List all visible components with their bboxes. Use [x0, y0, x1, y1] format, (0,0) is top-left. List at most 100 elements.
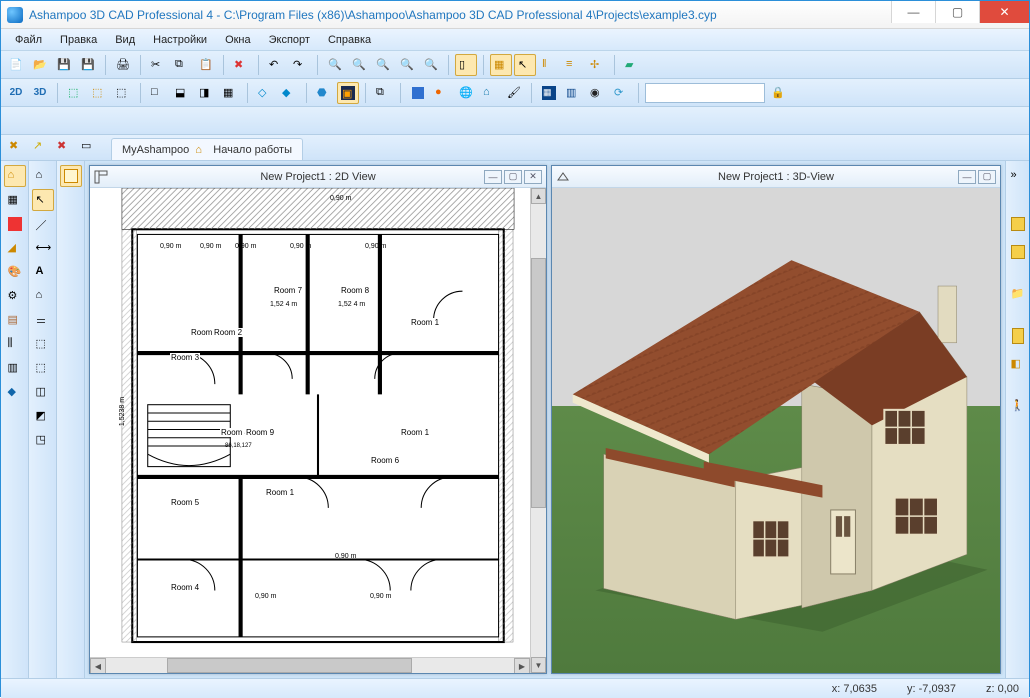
- print-button[interactable]: 🖨: [112, 54, 134, 76]
- scroll-up-icon[interactable]: ▲: [531, 188, 546, 204]
- view-3d-content[interactable]: [552, 188, 1000, 673]
- view-min-button[interactable]: —: [484, 170, 502, 184]
- minimize-button[interactable]: —: [891, 1, 935, 23]
- redo-button[interactable]: ↷: [289, 54, 311, 76]
- tool-doc-icon[interactable]: ▥: [4, 357, 26, 379]
- person-icon[interactable]: 🚶: [1007, 395, 1029, 417]
- copy-view-button[interactable]: ⧉: [372, 82, 394, 104]
- tool-section-icon[interactable]: ◩: [32, 405, 54, 427]
- menu-windows[interactable]: Окна: [217, 32, 259, 48]
- view-max-button[interactable]: ▢: [504, 170, 522, 184]
- open-button[interactable]: 📂: [29, 54, 51, 76]
- lock-button[interactable]: 🔒: [767, 82, 789, 104]
- view-2d-canvas[interactable]: Room 1 Room 2 Room 2 Room 3 Room 4 Room …: [90, 188, 546, 673]
- tool-roof-icon[interactable]: ◢: [4, 237, 26, 259]
- tool-text-icon[interactable]: A: [32, 261, 54, 283]
- expand-icon[interactable]: »: [1007, 165, 1029, 187]
- tool-gear-icon[interactable]: ⚙: [4, 285, 26, 307]
- clipboard-icon[interactable]: [1007, 325, 1029, 347]
- zoom-in-button[interactable]: 🔍: [348, 54, 370, 76]
- menu-file[interactable]: Файл: [7, 32, 50, 48]
- view-min-button[interactable]: —: [958, 170, 976, 184]
- layer-selector[interactable]: [645, 83, 765, 103]
- brush-button[interactable]: 🖌: [503, 82, 525, 104]
- tool-select-frame-icon[interactable]: [60, 165, 82, 187]
- layout-horiz-button[interactable]: ⬓: [171, 82, 193, 104]
- tool-pointer-icon[interactable]: ↖: [32, 189, 54, 211]
- refresh-button[interactable]: ⟳: [610, 82, 632, 104]
- render-wire-button[interactable]: ◇: [254, 82, 276, 104]
- tool-rect-icon[interactable]: ▭: [77, 135, 99, 157]
- paste-button[interactable]: 📋: [195, 54, 217, 76]
- save-as-button[interactable]: 💾: [77, 54, 99, 76]
- cursor-toggle-button[interactable]: ↖: [514, 54, 536, 76]
- tool-palette-icon[interactable]: 🎨: [4, 261, 26, 283]
- view-max-button[interactable]: ▢: [978, 170, 996, 184]
- cut-button[interactable]: ✂: [147, 54, 169, 76]
- new-doc-button[interactable]: 📄: [5, 54, 27, 76]
- layout-single-button[interactable]: □: [147, 82, 169, 104]
- menu-settings[interactable]: Настройки: [145, 32, 215, 48]
- folder-icon[interactable]: 📁: [1007, 283, 1029, 305]
- tool-shape3d-icon[interactable]: ◆: [4, 381, 26, 403]
- tool-double-line-icon[interactable]: ＝: [32, 309, 54, 331]
- menu-edit[interactable]: Правка: [52, 32, 105, 48]
- tool-house-icon[interactable]: ⌂: [4, 165, 26, 187]
- view-plan-button[interactable]: ⬚: [88, 82, 110, 104]
- view-2d-content[interactable]: Room 1 Room 2 Room 2 Room 3 Room 4 Room …: [90, 188, 546, 673]
- save-button[interactable]: 💾: [53, 54, 75, 76]
- delete-button[interactable]: ✖: [230, 54, 252, 76]
- zoom-out-button[interactable]: 🔍: [372, 54, 394, 76]
- part1-button[interactable]: ▦: [538, 82, 560, 104]
- home-roof-button[interactable]: ⌂: [479, 82, 501, 104]
- tool-brick-icon[interactable]: ▤: [4, 309, 26, 331]
- scroll-down-icon[interactable]: ▼: [531, 657, 546, 673]
- tool-check-icon[interactable]: ↗: [29, 135, 51, 157]
- tool-edit-icon[interactable]: ⬚: [32, 357, 54, 379]
- ruler-v-button[interactable]: ‖: [538, 54, 560, 76]
- tool-line-icon[interactable]: ／: [32, 213, 54, 235]
- menu-export[interactable]: Экспорт: [261, 32, 318, 48]
- layout-quad-button[interactable]: ▦: [219, 82, 241, 104]
- menu-view[interactable]: Вид: [107, 32, 143, 48]
- view-section-button[interactable]: ⬚: [64, 82, 86, 104]
- tab-myashampoo[interactable]: MyAshampoo ⌂ Начало работы: [111, 138, 303, 160]
- view-3d-button[interactable]: 3D: [29, 82, 51, 104]
- tool-view-icon[interactable]: ◫: [32, 381, 54, 403]
- undo-button[interactable]: ↶: [265, 54, 287, 76]
- view-els-button[interactable]: ⬚: [112, 82, 134, 104]
- globe-button[interactable]: 🌐: [455, 82, 477, 104]
- view-close-button[interactable]: ✕: [524, 170, 542, 184]
- fire-button[interactable]: ●: [431, 82, 453, 104]
- tool-fence-icon[interactable]: ⫼: [4, 333, 26, 355]
- tool-edge-icon[interactable]: ⬚: [32, 333, 54, 355]
- ruler-h-button[interactable]: ≡: [562, 54, 584, 76]
- perspective-button[interactable]: ▣: [337, 82, 359, 104]
- tool-dimension-icon[interactable]: ⟷: [32, 237, 54, 259]
- zoom-all-button[interactable]: 🔍: [420, 54, 442, 76]
- view-2d-vscroll[interactable]: ▲ ▼: [530, 188, 546, 673]
- tool-struct-icon[interactable]: ⌂: [32, 165, 54, 187]
- tool-persp-icon[interactable]: ◳: [32, 429, 54, 451]
- cube-button[interactable]: ⬣: [313, 82, 335, 104]
- panel-yellow1-icon[interactable]: [1007, 213, 1029, 235]
- render-solid-button[interactable]: ◆: [278, 82, 300, 104]
- menu-help[interactable]: Справка: [320, 32, 379, 48]
- misc-panel-icon[interactable]: ◧: [1007, 353, 1029, 375]
- tool-close-icon[interactable]: ✖: [53, 135, 75, 157]
- record-button[interactable]: ◉: [586, 82, 608, 104]
- close-button[interactable]: ✕: [979, 1, 1029, 23]
- panel-yellow2-icon[interactable]: [1007, 241, 1029, 263]
- view-3d-canvas[interactable]: [552, 188, 1000, 673]
- layout-vert-button[interactable]: ◨: [195, 82, 217, 104]
- color-button[interactable]: [407, 82, 429, 104]
- grid-toggle-button[interactable]: ▦: [490, 54, 512, 76]
- part2-button[interactable]: ▥: [562, 82, 584, 104]
- copy-button[interactable]: ⧉: [171, 54, 193, 76]
- tool-hammer-icon[interactable]: ✖: [5, 135, 27, 157]
- scroll-right-icon[interactable]: ▶: [514, 658, 530, 673]
- view-2d-button[interactable]: 2D: [5, 82, 27, 104]
- zoom-fit-button[interactable]: 🔍: [396, 54, 418, 76]
- view-2d-hscroll[interactable]: ◀ ▶: [90, 657, 530, 673]
- tool-grid-icon[interactable]: ▦: [4, 189, 26, 211]
